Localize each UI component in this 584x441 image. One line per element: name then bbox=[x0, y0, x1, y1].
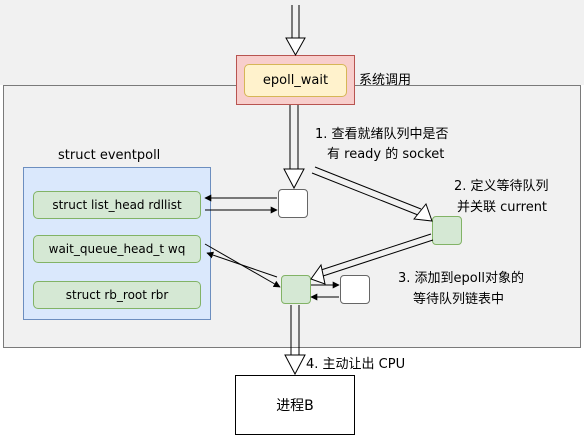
connector-arrows bbox=[204, 5, 434, 376]
arrow-to-wq-insert bbox=[310, 233, 434, 285]
arrow-to-ready-check bbox=[283, 105, 305, 190]
arrow-insert-to-wq bbox=[206, 251, 278, 278]
arrow-to-wait-queue bbox=[311, 166, 433, 222]
arrow-to-process bbox=[284, 305, 306, 376]
arrow-into-syscall bbox=[285, 5, 306, 57]
